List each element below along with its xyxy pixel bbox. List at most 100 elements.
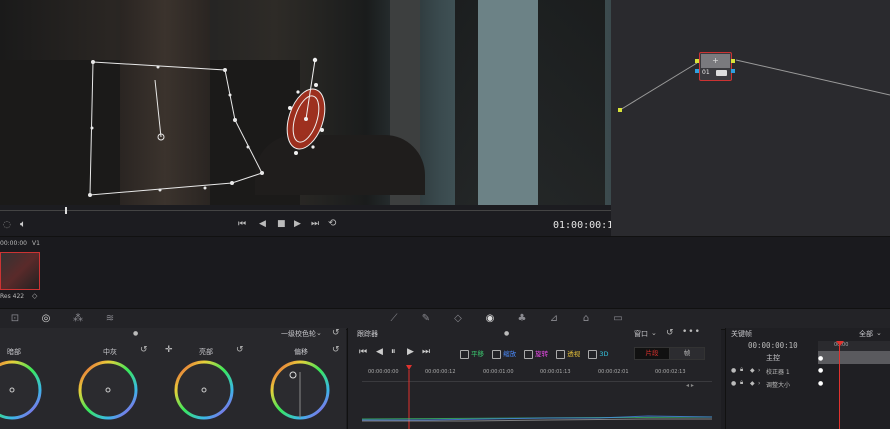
lock-icon[interactable]: 🔒︎ bbox=[740, 366, 743, 374]
node-input-alpha[interactable] bbox=[695, 69, 699, 73]
go-to-end-icon[interactable]: ⏭ bbox=[311, 219, 319, 229]
row-dot-icon: ● bbox=[731, 367, 737, 374]
option-perspective-label: 透视 bbox=[567, 350, 581, 358]
keyframe-diamond-icon[interactable]: ◆ bbox=[750, 367, 755, 374]
color-wheels-icon[interactable]: ◎ bbox=[40, 313, 52, 325]
rgb-mixer-icon[interactable]: ⁂ bbox=[72, 313, 84, 325]
viewer-timecode: 01:00:00:10 bbox=[553, 220, 620, 231]
camera-raw-icon[interactable]: ⊡ bbox=[9, 313, 21, 325]
color-toolbar: ⊡ ◎ ⁂ ≋ ⟋ ✎ ◇ ◉ ♣ ⊿ ⌂ ▭ bbox=[0, 308, 890, 330]
track-backward-end-icon[interactable]: ⏮ bbox=[359, 347, 367, 357]
checkbox-icon bbox=[588, 349, 598, 359]
tracker-mode-select[interactable]: 窗口 bbox=[634, 329, 648, 339]
track-backward-icon[interactable]: ◀ bbox=[376, 347, 383, 357]
node-input-rgb[interactable] bbox=[695, 59, 699, 63]
option-zoom-label: 缩放 bbox=[503, 350, 517, 358]
wheels-graphics[interactable] bbox=[0, 358, 346, 429]
keyframe-row[interactable]: ● 🔒︎ ◆ › 校正器 1 ● bbox=[726, 366, 890, 378]
viewer-panel: ◌ 🔈︎ ⏮ ◀ ■ ▶ ⏭ ⟲ 01:00:00:10 bbox=[0, 0, 619, 236]
track-forward-end-icon[interactable]: ⏭ bbox=[422, 347, 430, 357]
clip-track: V1 bbox=[32, 240, 40, 247]
master-track[interactable] bbox=[818, 351, 890, 364]
node-editor[interactable]: + 01 bbox=[611, 0, 890, 236]
sizing-icon[interactable]: ▭ bbox=[612, 313, 624, 325]
pause-icon[interactable]: ⏸ bbox=[391, 347, 396, 357]
option-zoom[interactable]: 缩放 bbox=[492, 349, 517, 359]
color-node-01[interactable]: + 01 bbox=[699, 52, 732, 81]
curves-icon[interactable]: ⟋ bbox=[388, 313, 400, 325]
option-pan-label: 平移 bbox=[471, 350, 484, 358]
expand-icon[interactable]: › bbox=[758, 380, 760, 387]
node-output-alpha[interactable] bbox=[731, 69, 735, 73]
wheel-lift bbox=[0, 360, 42, 420]
track-forward-icon[interactable]: ▶ bbox=[407, 347, 414, 357]
clip-codec: Res 422 bbox=[0, 293, 25, 300]
node-output-rgb[interactable] bbox=[731, 59, 735, 63]
keyframe-row-label: 校正器 1 bbox=[766, 369, 790, 376]
checkbox-icon bbox=[556, 349, 566, 359]
keyframe-marker-icon[interactable]: ● bbox=[818, 367, 823, 374]
lock-icon[interactable]: 🔒︎ bbox=[740, 379, 743, 387]
play-reverse-icon[interactable]: ◀ bbox=[259, 219, 266, 229]
reset-all-icon[interactable]: ↺ bbox=[332, 328, 340, 338]
keyframes-title: 关键帧 bbox=[731, 330, 752, 338]
viewer-scrubber[interactable] bbox=[0, 207, 611, 215]
reset-offset-icon[interactable]: ↺ bbox=[332, 345, 340, 355]
checkbox-icon bbox=[492, 349, 502, 359]
more-options-icon[interactable]: ••• bbox=[682, 327, 701, 337]
reset-tracker-icon[interactable]: ↺ bbox=[666, 328, 674, 338]
expand-icon[interactable]: › bbox=[758, 367, 760, 374]
stop-icon[interactable]: ■ bbox=[277, 219, 286, 229]
row-dot-icon: ● bbox=[731, 380, 737, 387]
power-window-overlay[interactable] bbox=[0, 0, 611, 205]
wheel-label-offset: 偏移 bbox=[294, 348, 308, 356]
option-pan[interactable]: 平移 bbox=[460, 349, 484, 359]
chevron-down-icon[interactable]: ⌄ bbox=[876, 329, 882, 337]
blur-icon[interactable]: ⊿ bbox=[548, 313, 560, 325]
node-label: 01 bbox=[702, 69, 710, 76]
key-icon[interactable]: ⌂ bbox=[580, 313, 592, 325]
mode-frame-button[interactable]: 帧 bbox=[669, 347, 705, 360]
play-icon[interactable]: ▶ bbox=[294, 219, 301, 229]
clip-thumbnail[interactable] bbox=[0, 252, 40, 290]
reset-gain-icon[interactable]: ↺ bbox=[236, 345, 244, 355]
reset-gamma-icon[interactable]: ↺ bbox=[140, 345, 148, 355]
wheel-label-gain: 亮部 bbox=[199, 348, 213, 356]
chevron-down-icon[interactable]: ⌄ bbox=[316, 329, 322, 337]
tracker-panel: 跟踪器 ● 窗口 ⌄ ↺ ••• ⏮ ◀ ⏸ ▶ ⏭ 平移 缩放 旋转 透视 3… bbox=[347, 327, 721, 429]
scrubber-handle[interactable] bbox=[65, 207, 67, 214]
keyframe-row-label: 调整大小 bbox=[766, 382, 791, 389]
cursor-icon: ✛ bbox=[165, 345, 173, 355]
option-perspective[interactable]: 透视 bbox=[556, 349, 581, 359]
color-wheels-panel: ● 一级校色轮 ⌄ ↺ 暗部 中灰 ↺ ✛ 亮部 ↺ 偏移 ↺ bbox=[0, 328, 346, 429]
panel-dot: ● bbox=[504, 330, 510, 337]
clips-strip: 00:00:00 V1 Res 422 ◇ bbox=[0, 236, 890, 309]
volume-icon[interactable]: 🔈︎ bbox=[20, 219, 26, 230]
loop-icon[interactable]: ⟲ bbox=[328, 218, 336, 229]
go-to-start-icon[interactable]: ⏮ bbox=[238, 219, 246, 229]
eye-icon[interactable]: ◌ bbox=[3, 220, 11, 230]
mode-clip-button[interactable]: 片段 bbox=[634, 347, 670, 360]
wheel-offset bbox=[270, 360, 330, 420]
option-3d[interactable]: 3D bbox=[588, 349, 608, 359]
tracker-icon[interactable]: ◉ bbox=[484, 313, 496, 325]
keyframe-row[interactable]: ● 🔒︎ ◆ › 调整大小 ● bbox=[726, 379, 890, 391]
master-keyframe-icon[interactable]: ● bbox=[818, 355, 823, 362]
tracker-graph[interactable]: ◂ ▸ bbox=[348, 364, 721, 429]
option-rotate[interactable]: 旋转 bbox=[524, 349, 549, 359]
power-window-icon[interactable]: ◇ bbox=[452, 313, 464, 325]
wheels-mode-select[interactable]: 一级校色轮 bbox=[281, 329, 316, 339]
keyframes-playhead[interactable] bbox=[839, 341, 840, 429]
option-rotate-label: 旋转 bbox=[535, 350, 549, 358]
keyframes-filter-select[interactable]: 全部 bbox=[859, 329, 873, 339]
chevron-down-icon[interactable]: ⌄ bbox=[651, 329, 657, 337]
keyframe-diamond-icon[interactable]: ◆ bbox=[750, 380, 755, 387]
motion-effects-icon[interactable]: ≋ bbox=[104, 313, 116, 325]
keyframes-ruler[interactable]: 00:00 bbox=[818, 341, 890, 351]
qualifier-icon[interactable]: ✎ bbox=[420, 313, 432, 325]
magic-mask-icon[interactable]: ♣ bbox=[516, 313, 528, 325]
wheel-label-gamma: 中灰 bbox=[103, 348, 117, 356]
video-frame[interactable] bbox=[0, 0, 611, 205]
keyframe-marker-icon[interactable]: ● bbox=[818, 380, 823, 387]
checkbox-icon bbox=[460, 349, 469, 359]
